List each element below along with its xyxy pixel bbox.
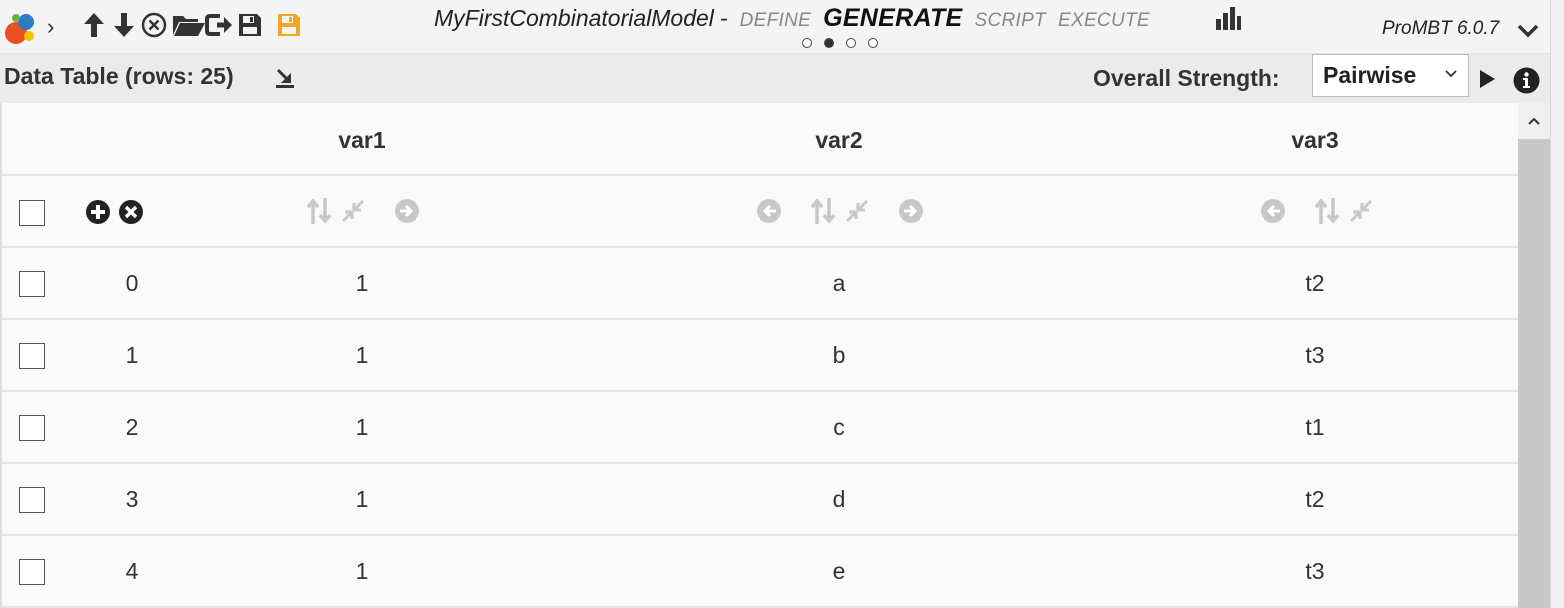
- collapse-icon[interactable]: [1348, 198, 1374, 224]
- collapse-icon[interactable]: [844, 198, 870, 224]
- data-table-title: Data Table (rows: 25): [4, 63, 234, 89]
- table-row: 4 1 e t3: [2, 536, 1518, 608]
- page-dot-4[interactable]: [868, 38, 878, 48]
- cell-var1[interactable]: 1: [356, 270, 369, 297]
- table-row: 3 1 d t2: [2, 464, 1518, 536]
- chevron-down-icon[interactable]: [1516, 20, 1540, 40]
- strength-label: Overall Strength:: [1093, 65, 1280, 91]
- sort-icon[interactable]: [1313, 196, 1341, 226]
- chevron-right-icon[interactable]: ›: [47, 14, 54, 40]
- table-row: 1 1 b t3: [2, 320, 1518, 392]
- mode-execute[interactable]: EXECUTE: [1058, 10, 1150, 32]
- export-arrow-icon[interactable]: [205, 11, 233, 39]
- row-checkbox[interactable]: [19, 559, 45, 585]
- row-checkbox[interactable]: [19, 271, 45, 297]
- vertical-scrollbar[interactable]: [1518, 103, 1550, 608]
- row-checkbox[interactable]: [19, 415, 45, 441]
- table-row: 2 1 c t1: [2, 392, 1518, 464]
- row-index: 1: [125, 342, 139, 368]
- info-icon[interactable]: [1513, 67, 1540, 94]
- collapse-icon[interactable]: [340, 198, 366, 224]
- data-table: var1 var2 var3 0 1 a t2 1 1 b t3 2 1 c t…: [0, 103, 1518, 608]
- row-index: 4: [125, 558, 139, 584]
- row-checkbox[interactable]: [19, 487, 45, 513]
- move-left-icon[interactable]: [756, 198, 782, 224]
- row-index: 2: [125, 414, 139, 440]
- app-logo-icon[interactable]: [2, 10, 38, 46]
- move-right-icon[interactable]: [394, 198, 420, 224]
- cell-var1[interactable]: 1: [356, 414, 369, 441]
- page-dot-1[interactable]: [802, 38, 812, 48]
- bar-chart-icon[interactable]: [1213, 6, 1243, 30]
- arrow-up-icon[interactable]: [80, 11, 108, 39]
- page-dot-2[interactable]: [824, 38, 834, 48]
- arrow-down-icon[interactable]: [110, 11, 138, 39]
- scroll-up-button[interactable]: [1518, 103, 1550, 139]
- save-icon[interactable]: [236, 11, 264, 39]
- mode-define[interactable]: DEFINE: [740, 10, 811, 32]
- close-circle-icon[interactable]: [140, 11, 168, 39]
- strength-select[interactable]: Pairwise: [1312, 54, 1469, 97]
- column-header-var1[interactable]: var1: [338, 127, 385, 154]
- cell-var1[interactable]: 1: [356, 486, 369, 513]
- cell-var3[interactable]: t1: [1305, 414, 1324, 441]
- column-header-var2[interactable]: var2: [815, 127, 862, 154]
- move-right-icon[interactable]: [898, 198, 924, 224]
- cell-var3[interactable]: t3: [1305, 342, 1324, 369]
- version-label: ProMBT 6.0.7: [1382, 18, 1500, 39]
- sort-icon[interactable]: [305, 196, 333, 226]
- data-table-header: Data Table (rows: 25) Overall Strength: …: [0, 54, 1550, 103]
- cell-var2[interactable]: e: [833, 558, 846, 585]
- model-title-bar: MyFirstCombinatorialModel - DEFINE GENER…: [434, 4, 1162, 34]
- table-header-row: var1 var2 var3: [2, 103, 1518, 176]
- move-left-icon[interactable]: [1260, 198, 1286, 224]
- cell-var2[interactable]: a: [833, 270, 846, 297]
- cell-var3[interactable]: t2: [1305, 270, 1324, 297]
- cell-var3[interactable]: t3: [1305, 558, 1324, 585]
- add-row-icon[interactable]: [85, 199, 111, 225]
- table-row: 0 1 a t2: [2, 248, 1518, 320]
- cell-var2[interactable]: b: [833, 342, 846, 369]
- select-all-checkbox[interactable]: [19, 200, 45, 226]
- cell-var2[interactable]: d: [833, 486, 846, 513]
- mode-script[interactable]: SCRIPT: [975, 10, 1046, 32]
- top-toolbar: › MyFirstCombinatorialModel - DEFINE GEN…: [0, 0, 1550, 54]
- cell-var1[interactable]: 1: [356, 342, 369, 369]
- title-separator: -: [719, 5, 728, 31]
- delete-row-icon[interactable]: [118, 199, 144, 225]
- download-icon[interactable]: [275, 66, 295, 88]
- chevron-up-icon: [1528, 117, 1540, 125]
- cell-var3[interactable]: t2: [1305, 486, 1324, 513]
- save-orange-icon[interactable]: [275, 11, 303, 39]
- cell-var2[interactable]: c: [833, 414, 845, 441]
- model-name: MyFirstCombinatorialModel: [434, 5, 714, 31]
- cell-var1[interactable]: 1: [356, 558, 369, 585]
- column-header-var3[interactable]: var3: [1291, 127, 1338, 154]
- play-icon[interactable]: [1478, 69, 1496, 89]
- table-control-row: [2, 176, 1518, 248]
- select-caret-icon: [1445, 70, 1457, 78]
- page-indicator: [802, 38, 878, 48]
- mode-generate[interactable]: GENERATE: [823, 4, 962, 33]
- strength-selected-value: Pairwise: [1323, 62, 1417, 88]
- sort-icon[interactable]: [809, 196, 837, 226]
- scrollbar-thumb[interactable]: [1518, 139, 1550, 608]
- folder-open-icon[interactable]: [172, 11, 206, 39]
- window-edge: [1550, 0, 1564, 608]
- page-dot-3[interactable]: [846, 38, 856, 48]
- row-index: 3: [125, 486, 139, 512]
- row-checkbox[interactable]: [19, 343, 45, 369]
- row-index: 0: [125, 270, 139, 296]
